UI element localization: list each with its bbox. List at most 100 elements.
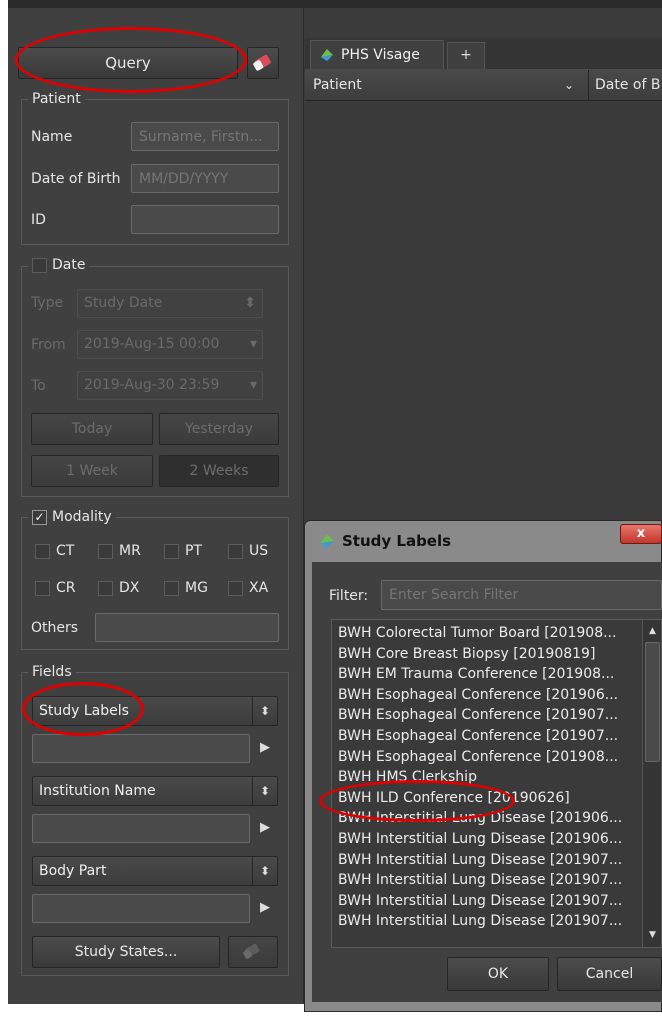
clear-query-button[interactable] (247, 47, 279, 79)
study-labels-list[interactable]: BWH Colorectal Tumor Board [201908... BWH… (331, 619, 662, 948)
play-arrow-icon[interactable]: ▶ (258, 899, 272, 917)
mr-checkbox[interactable] (98, 543, 113, 559)
close-icon[interactable]: x (620, 524, 662, 544)
today-button[interactable]: Today (31, 413, 153, 445)
from-datetime-field[interactable]: 2019-Aug-15 00:00 ▾ (77, 330, 263, 359)
name-input[interactable] (131, 122, 279, 151)
study-label-item[interactable]: BWH Esophageal Conference [201906... (338, 685, 618, 706)
modality-legend: ✓ Modality (28, 509, 116, 525)
date-checkbox[interactable] (32, 257, 47, 273)
xa-checkbox[interactable] (228, 580, 243, 596)
field-select-3[interactable]: Body Part ⬍ (32, 856, 278, 886)
modality-dx[interactable]: DX (98, 580, 139, 596)
one-week-button[interactable]: 1 Week (31, 455, 153, 487)
modality-pt[interactable]: PT (164, 543, 202, 559)
study-states-button[interactable]: Study States... (32, 936, 220, 968)
study-label-item[interactable]: BWH Core Breast Biopsy [20190819] (338, 644, 595, 665)
dropdown-icon: ▾ (249, 336, 257, 352)
date-legend-label: Date (52, 257, 86, 273)
others-input[interactable] (95, 613, 279, 642)
tab-phs-visage[interactable]: PHS Visage (310, 40, 444, 69)
study-label-item[interactable]: BWH Interstitial Lung Disease [201906... (338, 808, 622, 829)
scrollbar-thumb[interactable] (645, 642, 660, 762)
study-label-item[interactable]: BWH Interstitial Lung Disease [201907... (338, 870, 622, 891)
query-button[interactable]: Query (18, 47, 238, 79)
field-value-input-1[interactable] (32, 734, 250, 763)
clear-fields-button[interactable] (228, 936, 278, 968)
others-label: Others (31, 620, 79, 636)
window-top-border (8, 0, 662, 8)
modality-checkbox[interactable]: ✓ (32, 509, 47, 525)
visage-logo-icon (321, 49, 333, 61)
visage-logo-icon (320, 534, 334, 548)
field-value-input-2[interactable] (32, 814, 250, 843)
list-scrollbar[interactable]: ▲ ▼ (642, 620, 661, 947)
study-label-item[interactable]: BWH ILD Conference [20190626] (338, 788, 570, 809)
modality-option-label: MR (119, 543, 141, 559)
scroll-down-icon[interactable]: ▼ (646, 928, 659, 942)
spinner-icon: ⬍ (244, 295, 256, 311)
eraser-icon (253, 54, 271, 71)
study-label-item[interactable]: BWH Esophageal Conference [201907... (338, 705, 618, 726)
study-label-item[interactable]: BWH Esophageal Conference [201908... (338, 747, 618, 768)
id-input[interactable] (131, 205, 279, 234)
date-type-select[interactable]: Study Date ⬍ (77, 289, 263, 318)
dob-input[interactable] (131, 164, 279, 193)
study-label-item[interactable]: BWH EM Trauma Conference [201908... (338, 664, 614, 685)
field-select-2[interactable]: Institution Name ⬍ (32, 776, 278, 806)
play-arrow-icon[interactable]: ▶ (258, 739, 272, 757)
study-label-item[interactable]: BWH HMS Clerkship (338, 767, 477, 788)
date-type-value: Study Date (84, 295, 163, 311)
column-header-dob[interactable]: Date of B (595, 76, 660, 94)
spinner-icon: ⬍ (252, 857, 277, 885)
field-select-1[interactable]: Study Labels ⬍ (32, 696, 278, 726)
modality-mr[interactable]: MR (98, 543, 141, 559)
us-checkbox[interactable] (228, 543, 243, 559)
study-label-item[interactable]: BWH Interstitial Lung Disease [201907... (338, 850, 622, 871)
tab-label: PHS Visage (341, 47, 420, 63)
column-header-patient[interactable]: Patient (313, 76, 362, 94)
study-label-item[interactable]: BWH Esophageal Conference [201907... (338, 726, 618, 747)
modality-mg[interactable]: MG (164, 580, 208, 596)
study-label-item[interactable]: BWH Interstitial Lung Disease [201906... (338, 829, 622, 850)
modality-cr[interactable]: CR (35, 580, 76, 596)
ok-button[interactable]: OK (447, 957, 549, 991)
modality-ct[interactable]: CT (35, 543, 74, 559)
date-legend: Date (28, 257, 90, 273)
modality-us[interactable]: US (228, 543, 268, 559)
to-datetime-field[interactable]: 2019-Aug-30 23:59 ▾ (77, 371, 263, 400)
field-select-2-value: Institution Name (39, 783, 156, 799)
field-select-3-value: Body Part (39, 863, 107, 879)
dob-label: Date of Birth (31, 171, 121, 187)
cr-checkbox[interactable] (35, 580, 50, 596)
mg-checkbox[interactable] (164, 580, 179, 596)
study-label-item[interactable]: BWH Colorectal Tumor Board [201908... (338, 623, 616, 644)
from-value: 2019-Aug-15 00:00 (84, 336, 220, 352)
ct-checkbox[interactable] (35, 543, 50, 559)
study-label-item[interactable]: BWH Interstitial Lung Disease [201907... (338, 911, 622, 932)
type-label: Type (31, 295, 64, 311)
add-tab-button[interactable]: + (447, 42, 485, 69)
modality-option-label: XA (249, 580, 269, 596)
two-weeks-button[interactable]: 2 Weeks (159, 455, 279, 487)
dx-checkbox[interactable] (98, 580, 113, 596)
filter-search-input[interactable] (381, 580, 662, 610)
modality-option-label: MG (185, 580, 208, 596)
pt-checkbox[interactable] (164, 543, 179, 559)
yesterday-button[interactable]: Yesterday (159, 413, 279, 445)
modality-option-label: CT (56, 543, 75, 559)
field-value-input-3[interactable] (32, 894, 250, 923)
modality-option-label: PT (185, 543, 202, 559)
id-label: ID (31, 212, 46, 228)
study-label-item[interactable]: BWH Interstitial Lung Disease [201907... (338, 891, 622, 912)
eraser-icon (243, 943, 260, 959)
play-arrow-icon[interactable]: ▶ (258, 819, 272, 837)
cancel-button[interactable]: Cancel (557, 957, 662, 991)
chevron-down-icon[interactable]: ⌄ (564, 76, 574, 94)
dropdown-icon: ▾ (249, 377, 257, 393)
scroll-up-icon[interactable]: ▲ (646, 624, 659, 638)
fields-legend: Fields (28, 664, 76, 680)
modality-option-label: DX (119, 580, 140, 596)
field-select-1-value: Study Labels (39, 703, 129, 719)
modality-xa[interactable]: XA (228, 580, 268, 596)
